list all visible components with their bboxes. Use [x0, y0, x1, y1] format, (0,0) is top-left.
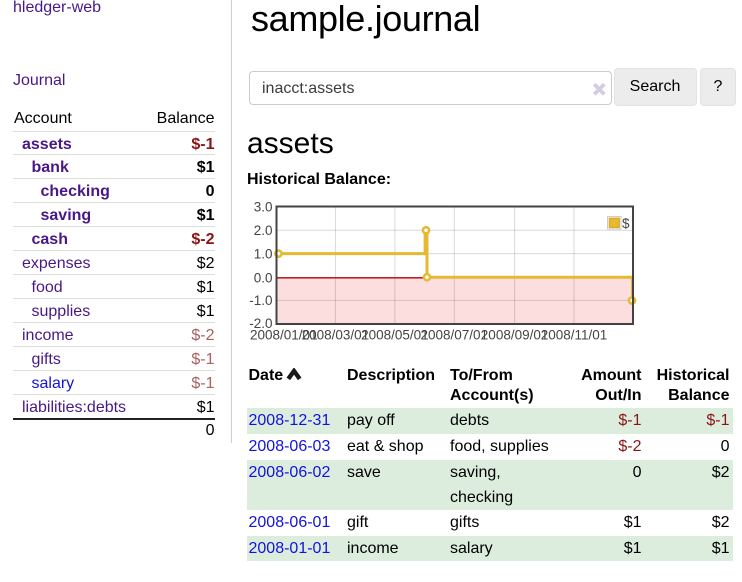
svg-text:2008/11/01: 2008/11/01	[541, 328, 608, 343]
svg-text:2.0: 2.0	[254, 223, 273, 238]
svg-text:1.0: 1.0	[254, 246, 273, 261]
svg-text:0.0: 0.0	[254, 271, 273, 286]
svg-text:$: $	[622, 216, 630, 231]
svg-text:2008/05/01: 2008/05/01	[361, 328, 429, 343]
svg-text:2008/07/01: 2008/07/01	[421, 328, 489, 343]
svg-text:2008/03/01: 2008/03/01	[302, 328, 370, 343]
svg-text:2008/09/01: 2008/09/01	[481, 328, 549, 343]
svg-text:3.0: 3.0	[254, 200, 273, 215]
svg-text:-1.0: -1.0	[249, 293, 272, 308]
